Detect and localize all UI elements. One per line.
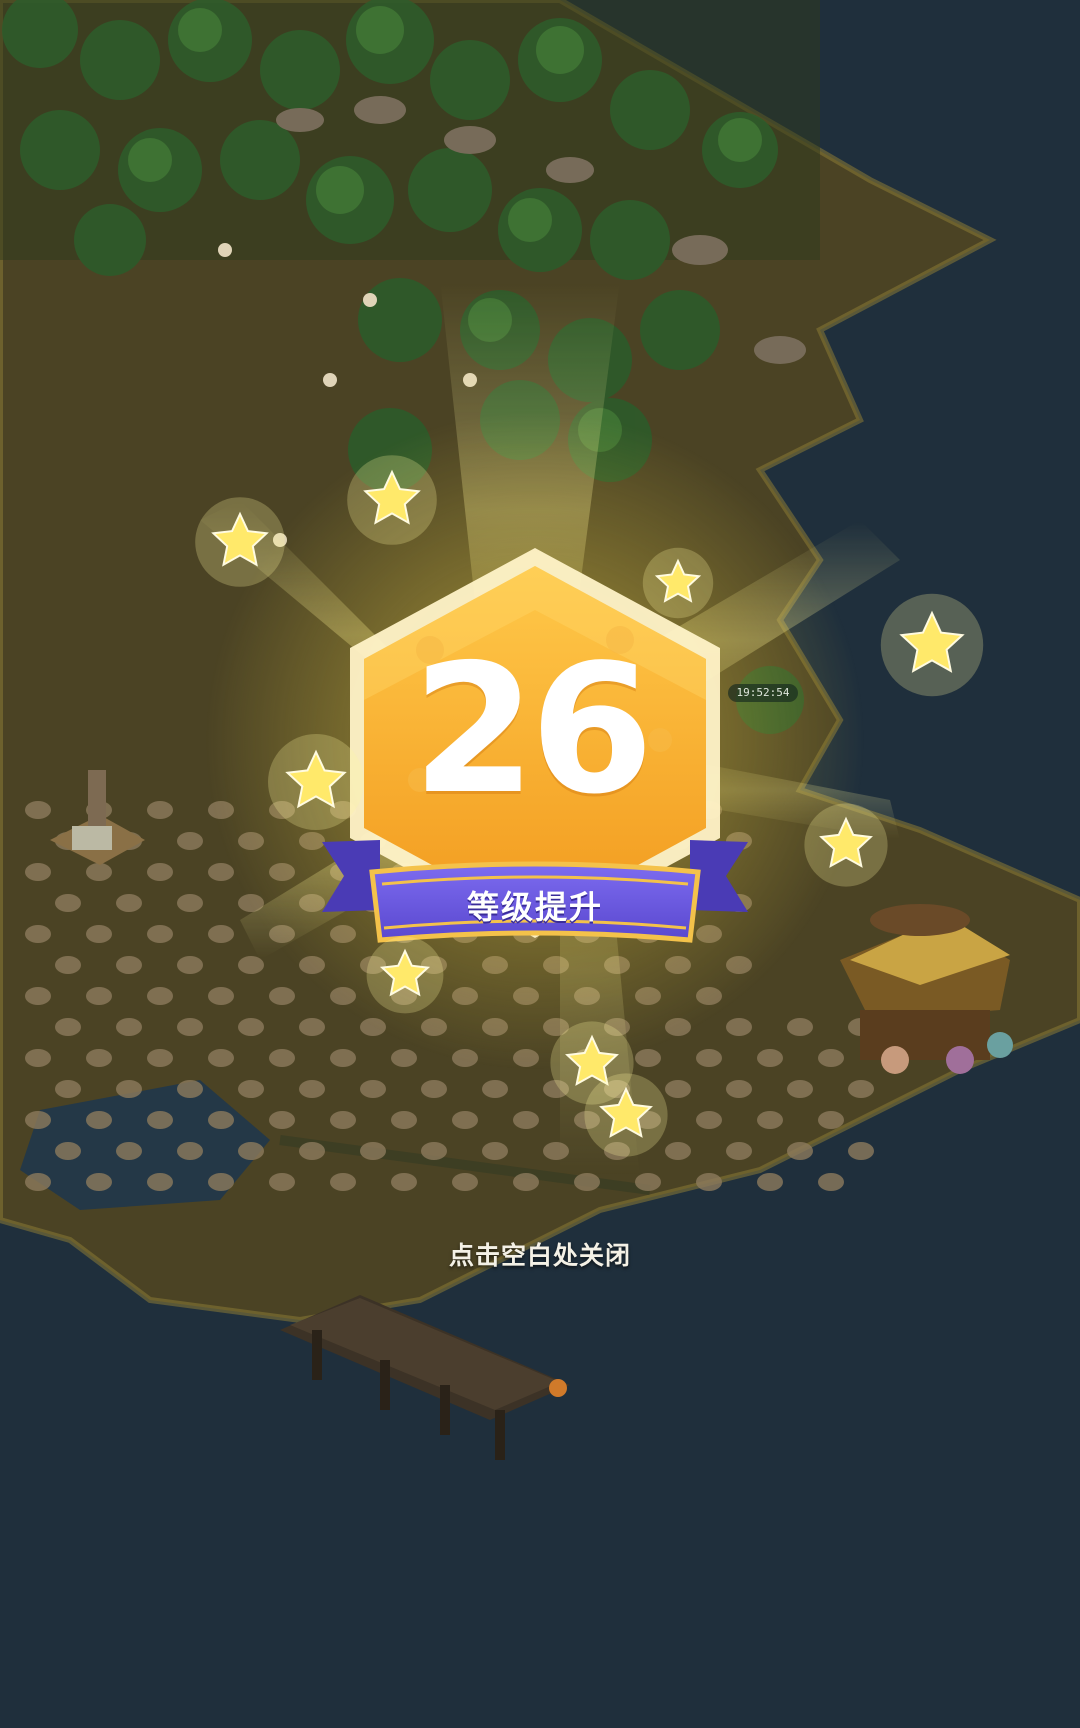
farm-plot[interactable] [177, 1080, 203, 1098]
farm-plot[interactable] [391, 1173, 417, 1191]
farm-plot[interactable] [757, 1111, 783, 1129]
farm-plot[interactable] [787, 1142, 813, 1160]
farm-plot[interactable] [147, 1111, 173, 1129]
farm-plot[interactable] [147, 801, 173, 819]
farm-plot[interactable] [726, 1080, 752, 1098]
farm-plot[interactable] [726, 1018, 752, 1036]
farm-plot[interactable] [696, 1111, 722, 1129]
crop-timer: 19:52:54 [728, 684, 798, 702]
farm-plot[interactable] [818, 1111, 844, 1129]
farm-plot[interactable] [25, 925, 51, 943]
farm-plot[interactable] [421, 1142, 447, 1160]
farm-plot[interactable] [787, 1080, 813, 1098]
farm-plot[interactable] [787, 1018, 813, 1036]
farm-plot[interactable] [208, 925, 234, 943]
farm-plot[interactable] [86, 1049, 112, 1067]
level-number: 26 [412, 626, 654, 833]
farm-plot[interactable] [513, 1111, 539, 1129]
farm-plot[interactable] [208, 987, 234, 1005]
farm-plot[interactable] [269, 1111, 295, 1129]
farm-plot[interactable] [299, 1080, 325, 1098]
farm-plot[interactable] [391, 1049, 417, 1067]
farm-plot[interactable] [452, 1111, 478, 1129]
farm-plot[interactable] [86, 1173, 112, 1191]
farm-plot[interactable] [482, 1142, 508, 1160]
farm-plot[interactable] [177, 956, 203, 974]
farm-plot[interactable] [116, 1018, 142, 1036]
farm-plot[interactable] [421, 1080, 447, 1098]
farm-plot[interactable] [299, 1018, 325, 1036]
farm-plot[interactable] [177, 1142, 203, 1160]
farm-plot[interactable] [86, 1111, 112, 1129]
level-up-title: 等级提升 [466, 888, 603, 926]
farm-plot[interactable] [452, 1173, 478, 1191]
farm-plot[interactable] [116, 956, 142, 974]
farm-plot[interactable] [208, 1173, 234, 1191]
farm-plot[interactable] [208, 1049, 234, 1067]
farm-plot[interactable] [25, 801, 51, 819]
farm-plot[interactable] [330, 1049, 356, 1067]
farm-plot[interactable] [25, 987, 51, 1005]
farm-plot[interactable] [665, 1080, 691, 1098]
farm-plot[interactable] [86, 987, 112, 1005]
farm-plot[interactable] [116, 1080, 142, 1098]
farm-plot[interactable] [55, 956, 81, 974]
farm-plot[interactable] [116, 894, 142, 912]
farm-plot[interactable] [269, 1173, 295, 1191]
farm-plot[interactable] [147, 925, 173, 943]
farm-plot[interactable] [25, 863, 51, 881]
farm-plot[interactable] [482, 1080, 508, 1098]
farm-plot[interactable] [25, 1049, 51, 1067]
farm-plot[interactable] [25, 1173, 51, 1191]
farm-plot[interactable] [299, 1142, 325, 1160]
farm-plot[interactable] [513, 1173, 539, 1191]
farm-plot[interactable] [818, 1049, 844, 1067]
farm-plot[interactable] [238, 1080, 264, 1098]
farm-plot[interactable] [360, 1142, 386, 1160]
farm-plot[interactable] [757, 1049, 783, 1067]
farm-plot[interactable] [147, 1049, 173, 1067]
farm-plot[interactable] [55, 1142, 81, 1160]
farm-plot[interactable] [86, 863, 112, 881]
farm-plot[interactable] [818, 1173, 844, 1191]
farm-plot[interactable] [238, 1142, 264, 1160]
farm-plot[interactable] [757, 1173, 783, 1191]
farm-plot[interactable] [848, 1080, 874, 1098]
farm-plot[interactable] [177, 832, 203, 850]
farm-plot[interactable] [25, 1111, 51, 1129]
farm-plot[interactable] [665, 1142, 691, 1160]
farm-plot[interactable] [55, 1018, 81, 1036]
farm-plot[interactable] [330, 1111, 356, 1129]
farm-plot[interactable] [726, 1142, 752, 1160]
tap-to-close-hint[interactable]: 点击空白处关闭 [0, 1236, 1080, 1272]
farm-plot[interactable] [238, 1018, 264, 1036]
farm-plot[interactable] [269, 1049, 295, 1067]
farm-plot[interactable] [177, 1018, 203, 1036]
game-scene[interactable] [0, 0, 1080, 1728]
farm-plot[interactable] [147, 1173, 173, 1191]
farm-plot[interactable] [848, 1142, 874, 1160]
farm-plot[interactable] [116, 1142, 142, 1160]
farm-plot[interactable] [360, 1080, 386, 1098]
farm-plot[interactable] [696, 1173, 722, 1191]
farm-plot[interactable] [147, 987, 173, 1005]
farm-plot[interactable] [391, 1111, 417, 1129]
farm-plot[interactable] [86, 925, 112, 943]
farm-plot[interactable] [55, 1080, 81, 1098]
farm-plot[interactable] [147, 863, 173, 881]
farm-plot[interactable] [696, 1049, 722, 1067]
farm-plot[interactable] [269, 987, 295, 1005]
farm-plot[interactable] [208, 1111, 234, 1129]
farm-plot[interactable] [177, 894, 203, 912]
farm-plot[interactable] [55, 894, 81, 912]
farm-plot[interactable] [330, 1173, 356, 1191]
